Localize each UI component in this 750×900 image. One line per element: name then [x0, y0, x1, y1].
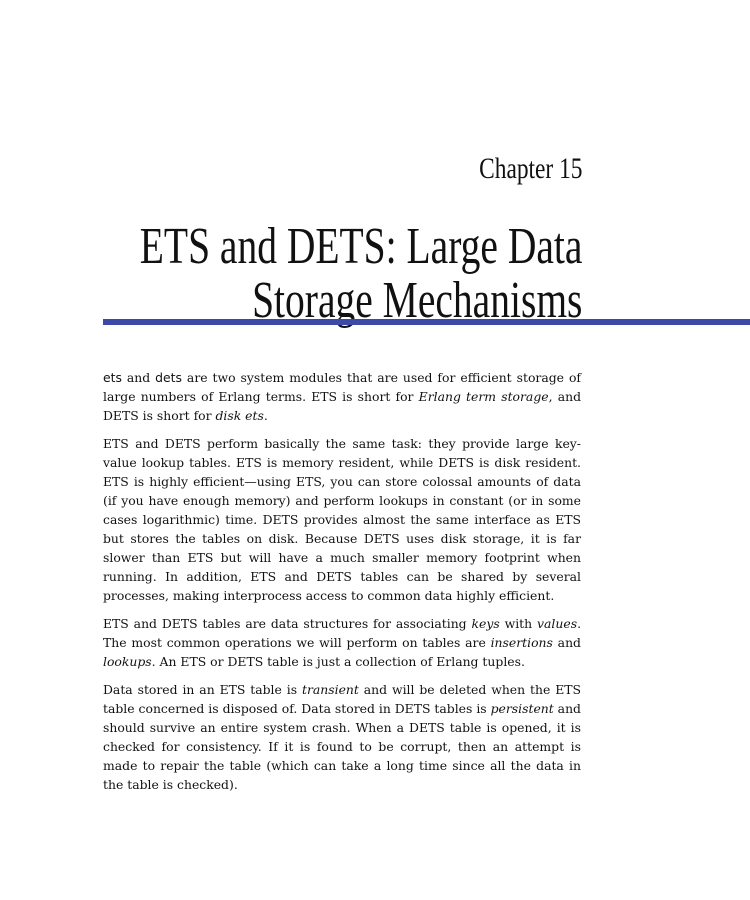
chapter-title-line-1: ETS and DETS: Large Data [139, 218, 582, 275]
paragraph-1: ets and dets are two system modules that… [103, 368, 581, 425]
emphasis: disk ets [215, 408, 264, 423]
text-run: . An ETS or DETS table is just a collect… [151, 654, 525, 669]
chapter-number: Chapter 15 [478, 152, 582, 185]
emphasis: keys [471, 616, 500, 631]
code-dets: dets [155, 370, 182, 385]
text-run: with [499, 616, 538, 631]
emphasis: Erlang term storage [418, 389, 549, 404]
paragraph-2: ETS and DETS perform basically the same … [103, 436, 581, 603]
emphasis: insertions [490, 635, 553, 650]
paragraph-4: Data stored in an ETS table is transient… [103, 680, 581, 794]
emphasis: persistent [490, 701, 554, 716]
emphasis: values [537, 616, 578, 631]
title-rule [103, 319, 750, 325]
text-run: ETS and DETS tables are data structures … [103, 616, 472, 631]
paragraph-3: ETS and DETS tables are data structures … [103, 614, 581, 671]
text-run: . [263, 408, 268, 423]
code-ets: ets [103, 370, 122, 385]
chapter-body: ets and dets are two system modules that… [103, 368, 581, 803]
emphasis: lookups [103, 654, 152, 669]
text-run: and [552, 635, 581, 650]
chapter-title: ETS and DETS: Large Data Storage Mechani… [139, 220, 582, 328]
text-run: Data stored in an ETS table is [103, 682, 302, 697]
emphasis: transient [301, 682, 359, 697]
text-run: and [121, 370, 156, 385]
